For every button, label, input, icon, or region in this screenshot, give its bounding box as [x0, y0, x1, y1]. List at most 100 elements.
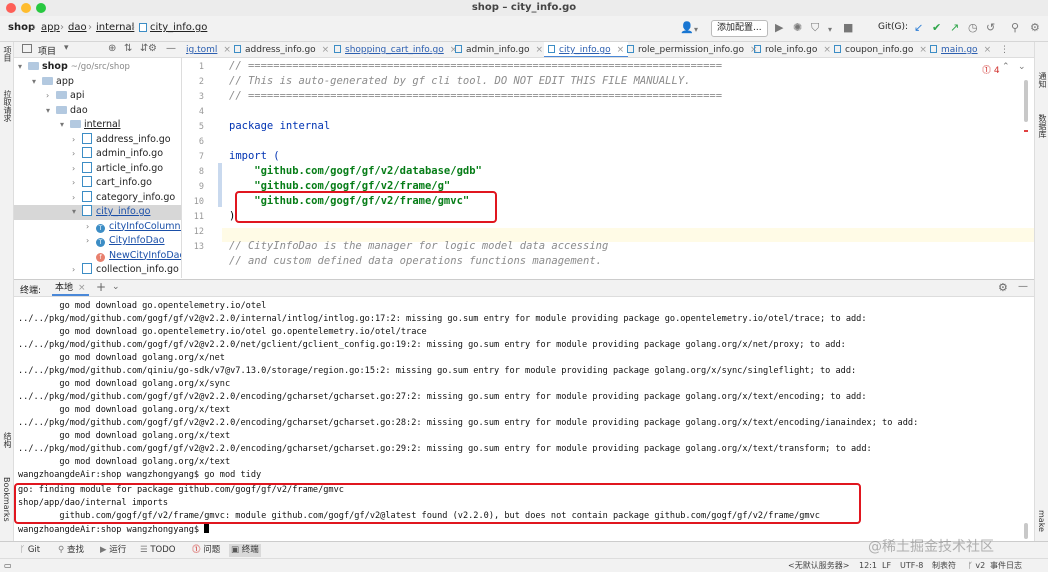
chevron-down-icon[interactable]: ⌄ [1018, 62, 1026, 72]
database-tool-button[interactable]: 数据库 [1037, 114, 1048, 138]
code-editor[interactable]: 1 2 3 4 5 6 7 8 9 10 11 12 13 // =======… [182, 58, 1034, 278]
hide-panel-icon[interactable]: — [166, 43, 176, 54]
settings-gear-icon[interactable]: ⚙ [1030, 22, 1040, 34]
pull-requests-tool-button[interactable]: 拉取请求 [2, 90, 13, 122]
close-icon[interactable]: × [536, 45, 544, 55]
terminal-tool-tab[interactable]: ▣ 终端 [229, 544, 261, 557]
coverage-icon[interactable]: ⛉ [811, 22, 819, 34]
run-tool-tab[interactable]: ▶ 运行 [100, 544, 126, 557]
git-commit-icon[interactable]: ✔ [932, 22, 941, 34]
todo-tool-tab[interactable]: ☰ TODO [140, 544, 175, 557]
status-widget-icon[interactable]: ▭ [4, 560, 12, 572]
git-tool-tab[interactable]: ᚴ Git [20, 544, 40, 557]
stop-icon[interactable]: ■ [843, 22, 853, 34]
new-terminal-icon[interactable]: + [96, 280, 106, 294]
tab-shopping-cart-info[interactable]: shopping_cart_info.go × [334, 42, 457, 57]
user-icon[interactable]: 👤 [680, 22, 694, 34]
tree-item-internal[interactable]: ▾ internal [14, 118, 181, 133]
line-number: 7 [198, 152, 204, 162]
tab-main[interactable]: main.go × [930, 42, 992, 57]
hide-panel-icon[interactable]: — [1018, 281, 1028, 292]
add-configuration-button[interactable]: 添加配置... [711, 20, 768, 37]
breadcrumb-internal[interactable]: internal [96, 22, 134, 33]
tree-item-city-info[interactable]: ▾ city_info.go [14, 205, 181, 220]
git-rollback-icon[interactable]: ↺ [986, 22, 995, 34]
indent-setting[interactable]: 制表符 [932, 560, 956, 572]
settings-gear-icon[interactable]: ⚙ [998, 281, 1008, 294]
find-tool-tab[interactable]: ⚲ 查找 [58, 544, 84, 557]
tree-item-shop[interactable]: ▾ shop ~/go/src/shop [14, 60, 181, 75]
tree-item-address-info[interactable]: › address_info.go [14, 132, 181, 148]
maximize-window-button[interactable] [36, 3, 46, 13]
structure-tool-button[interactable]: 结构 [2, 432, 13, 448]
git-update-icon[interactable]: ↙ [914, 22, 923, 34]
git-branch[interactable]: ᚴ v2 [968, 560, 985, 572]
minimize-window-button[interactable] [21, 3, 31, 13]
tab-city-info[interactable]: city_info.go × [544, 42, 629, 57]
chevron-down-icon[interactable]: ▾ [64, 43, 69, 53]
tab-overflow-menu-icon[interactable]: ⋮ [1000, 42, 1009, 57]
project-view-icon [22, 44, 32, 53]
tree-item-newcityinfodao[interactable]: f NewCityInfoDao [14, 249, 181, 264]
bookmarks-tool-button[interactable]: Bookmarks [2, 477, 11, 522]
expand-all-icon[interactable]: ⇅ [124, 43, 132, 54]
tree-item-cityinfodao[interactable]: › T CityInfoDao [14, 234, 181, 249]
tree-item-collection-info[interactable]: › collection_info.go [14, 263, 181, 278]
tab-role-info[interactable]: role_info.go × [754, 42, 831, 57]
tree-item-app[interactable]: ▾ app [14, 75, 181, 90]
chevron-down-icon[interactable]: ▾ [828, 24, 832, 36]
search-icon[interactable]: ⚲ [1011, 22, 1019, 34]
close-icon[interactable]: × [984, 45, 992, 55]
make-tool-button[interactable]: make [1037, 510, 1046, 532]
tree-item-api[interactable]: › api [14, 89, 181, 104]
close-icon[interactable]: × [823, 45, 831, 55]
problems-tool-tab[interactable]: ⓵ 问题 [192, 544, 220, 557]
line-separator[interactable]: LF [882, 560, 891, 572]
tool-tab-label: 查找 [66, 545, 84, 555]
run-icon[interactable]: ▶ [775, 22, 783, 34]
cursor-position[interactable]: 12:1 [859, 560, 877, 572]
terminal-tab-local[interactable]: 本地 × [52, 281, 89, 296]
close-icon[interactable]: × [919, 45, 927, 55]
terminal-output[interactable]: go mod download go.opentelemetry.io/otel… [14, 297, 1034, 541]
chevron-down-icon[interactable]: ▾ [694, 24, 698, 36]
breadcrumb-city-info[interactable]: city_info.go [139, 22, 207, 33]
debug-icon[interactable]: ✺ [793, 22, 802, 34]
close-icon[interactable]: × [322, 45, 330, 55]
close-icon[interactable]: × [617, 45, 625, 55]
tab-config-toml[interactable]: ig.toml × [186, 42, 231, 57]
tab-admin-info[interactable]: admin_info.go × [455, 42, 544, 57]
close-icon[interactable]: × [223, 45, 231, 55]
tree-item-dao[interactable]: ▾ dao [14, 104, 181, 119]
error-stripe[interactable] [1024, 130, 1028, 132]
breadcrumb-app[interactable]: app [41, 22, 60, 33]
error-indicator[interactable]: ⓵ 4 [982, 63, 1000, 76]
tab-address-info[interactable]: address_info.go × [234, 42, 330, 57]
event-log[interactable]: 事件日志 [990, 560, 1022, 572]
tree-item-category-info[interactable]: › category_info.go [14, 190, 181, 206]
tab-role-permission-info[interactable]: role_permission_info.go × [627, 42, 758, 57]
editor-scrollbar[interactable] [1024, 80, 1028, 122]
close-window-button[interactable] [6, 3, 16, 13]
chevron-up-icon[interactable]: ⌃ [1002, 62, 1010, 72]
close-icon[interactable]: × [78, 283, 86, 293]
default-server[interactable]: <无默认服务器> [788, 560, 849, 572]
terminal-scrollbar[interactable] [1024, 523, 1028, 539]
tree-item-article-info[interactable]: › article_info.go [14, 161, 181, 177]
project-tool-button[interactable]: 项目 [2, 46, 13, 62]
settings-gear-icon[interactable]: ⚙ [148, 43, 157, 54]
file-encoding[interactable]: UTF-8 [900, 560, 923, 572]
tab-coupon-info[interactable]: coupon_info.go × [834, 42, 927, 57]
locate-file-icon[interactable]: ⊕ [108, 43, 116, 54]
chevron-down-icon[interactable]: ⌄ [112, 282, 120, 292]
breadcrumb-dao[interactable]: dao [68, 22, 87, 33]
git-history-icon[interactable]: ◷ [968, 22, 978, 34]
tree-item-cityinfocolumns[interactable]: › TcityInfoColumns [14, 220, 181, 235]
git-push-icon[interactable]: ↗ [950, 22, 959, 34]
tab-label: city_info.go [559, 45, 611, 55]
tree-item-cart-info[interactable]: › cart_info.go [14, 176, 181, 191]
notifications-tool-button[interactable]: 通知 [1037, 72, 1048, 88]
tree-item-admin-info[interactable]: › admin_info.go [14, 147, 181, 162]
project-panel-title[interactable]: 项目 [38, 44, 56, 57]
go-file-icon [139, 23, 147, 32]
